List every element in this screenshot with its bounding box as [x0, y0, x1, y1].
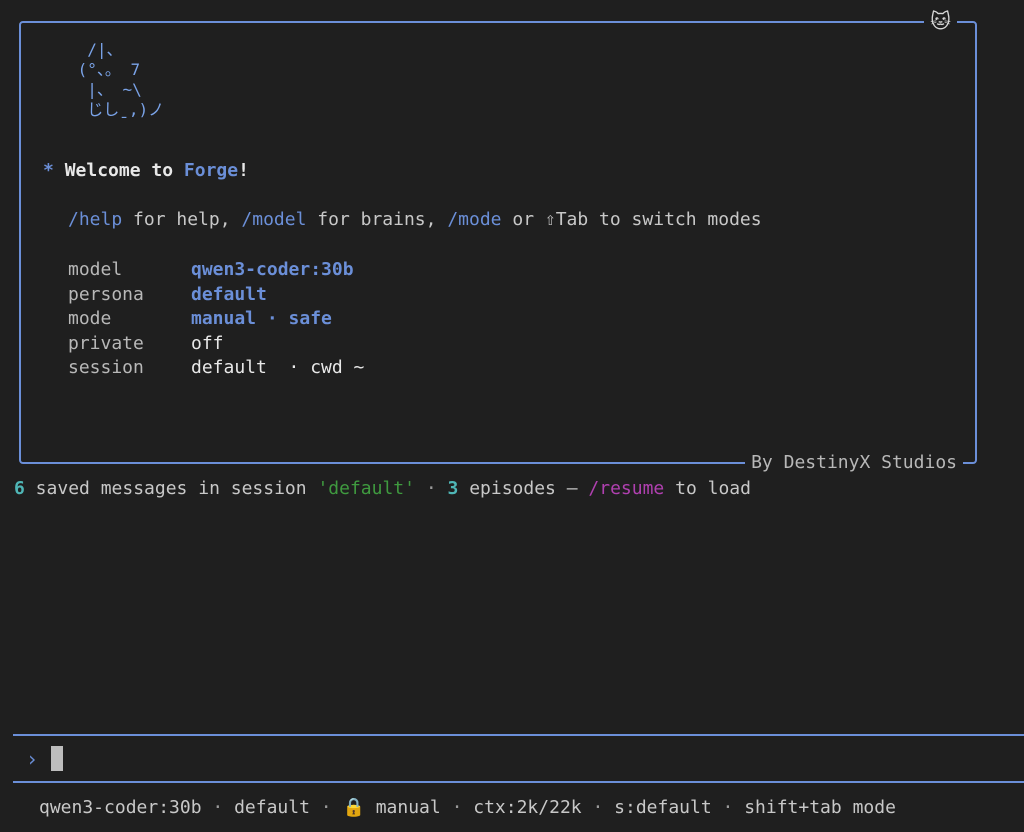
persona-value: default [191, 283, 267, 305]
star-icon: * [43, 160, 54, 181]
status-persona: default [234, 797, 310, 818]
private-value: off [191, 332, 224, 354]
prompt-chevron-icon: › [26, 747, 39, 771]
separator: · [711, 797, 745, 818]
info-key: persona [68, 283, 144, 305]
info-row-mode: mode manual · safe [68, 307, 364, 332]
mode-command: /mode [447, 209, 502, 230]
status-model: qwen3-coder:30b [39, 797, 202, 818]
ascii-cat-logo: /|、 (°、。 7 |、 ~\ じしˍ,)ノ [68, 40, 165, 120]
model-command: /model [241, 209, 307, 230]
model-value: qwen3-coder:30b [191, 259, 354, 280]
status-session: s:default [614, 797, 712, 818]
saved-messages-notice: 6 saved messages in session 'default' · … [14, 477, 751, 501]
welcome-heading: * Welcome to Forge! [43, 160, 249, 181]
mode-value: manual · safe [191, 308, 332, 329]
separator: · [440, 797, 474, 818]
status-mode: manual [364, 797, 441, 818]
separator: · [309, 797, 343, 818]
lock-icon: 🔒 [342, 797, 365, 818]
status-bar: qwen3-coder:30b · default · 🔒 manual · c… [39, 796, 896, 820]
info-row-private: private off [68, 332, 364, 357]
session-value: default · cwd ~ [191, 357, 365, 378]
saved-text: saved messages in session [24, 478, 318, 499]
cat-icon: 🐱 [924, 9, 957, 33]
separator: · [415, 478, 448, 499]
episodes-count: 3 [447, 478, 459, 499]
info-key: mode [68, 308, 112, 329]
info-key: session [68, 357, 144, 378]
separator: · [201, 797, 235, 818]
welcome-suffix: ! [238, 160, 249, 181]
info-row-persona: persona default [68, 283, 364, 308]
status-hint: shift+tab mode [744, 797, 896, 818]
help-command: /help [68, 209, 123, 230]
saved-count: 6 [14, 478, 25, 499]
separator: · [581, 797, 615, 818]
welcome-prefix: Welcome to [64, 160, 184, 181]
status-context: ctx:2k/22k [473, 797, 582, 818]
saved-text: to load [664, 478, 751, 499]
info-key: model [68, 259, 123, 280]
input-cursor[interactable] [51, 746, 63, 771]
session-name: 'default' [317, 478, 415, 499]
input-top-border [13, 734, 1024, 736]
saved-text: episodes — [458, 478, 589, 499]
info-row-session: session default · cwd ~ [68, 356, 364, 381]
ascii-art-line: (°、。 7 [68, 60, 141, 79]
help-text: or ⇧Tab to switch modes [501, 209, 762, 230]
input-bottom-border [13, 781, 1024, 783]
info-row-model: model qwen3-coder:30b [68, 258, 364, 283]
info-key: private [68, 332, 144, 354]
help-text: for help, [122, 209, 242, 230]
session-info: model qwen3-coder:30b persona default mode… [68, 258, 364, 381]
app-name: Forge [183, 160, 239, 181]
ascii-art-line: /|、 [68, 40, 123, 59]
help-line: /help for help, /model for brains, /mode… [68, 209, 762, 230]
resume-command[interactable]: /resume [588, 478, 664, 499]
ascii-art-line: じしˍ,)ノ [68, 100, 165, 119]
banner-credit: By DestinyX Studios [745, 451, 963, 475]
ascii-art-line: |、 ~\ [68, 80, 142, 99]
help-text: for brains, [306, 209, 448, 230]
